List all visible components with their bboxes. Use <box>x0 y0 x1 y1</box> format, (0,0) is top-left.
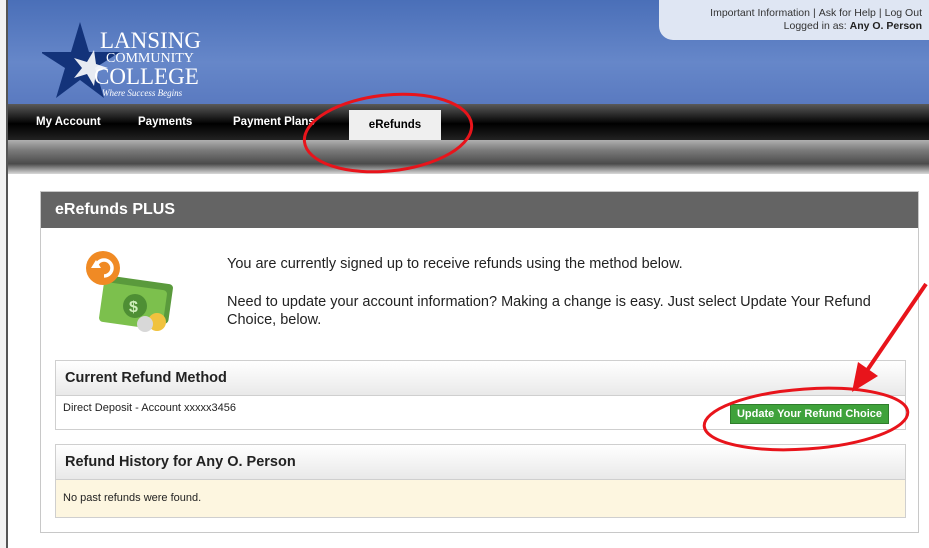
logo-tagline: Where Success Begins <box>102 88 183 98</box>
ask-for-help-link[interactable]: Ask for Help <box>819 7 876 19</box>
college-logo[interactable]: LANSING COMMUNITY COLLEGE Where Success … <box>42 10 262 100</box>
sub-navigation-bar <box>8 140 929 174</box>
svg-text:$: $ <box>129 299 138 316</box>
left-frame-border <box>0 0 8 548</box>
panel-title: eRefunds PLUS <box>41 192 918 228</box>
current-refund-method-heading: Current Refund Method <box>56 361 905 396</box>
update-instructions: Need to update your account information?… <box>227 294 871 328</box>
current-refund-method-section: Current Refund Method Direct Deposit - A… <box>55 360 906 430</box>
log-out-link[interactable]: Log Out <box>885 7 922 19</box>
refund-history-empty-message: No past refunds were found. <box>56 480 905 517</box>
main-nav: My Account Payments Payment Plans eRefun… <box>8 104 929 140</box>
nav-payment-plans[interactable]: Payment Plans <box>233 116 315 128</box>
refund-history-heading: Refund History for Any O. Person <box>56 445 905 480</box>
nav-my-account[interactable]: My Account <box>36 116 101 128</box>
refund-money-icon: $ <box>86 251 173 332</box>
logo-text-college: COLLEGE <box>94 64 199 89</box>
logo-text-lansing: LANSING <box>100 28 201 53</box>
site-header: LANSING COMMUNITY COLLEGE Where Success … <box>8 0 929 104</box>
logged-in-user: Any O. Person <box>849 20 922 32</box>
signup-status-message: You are currently signed up to receive r… <box>227 256 683 272</box>
refund-history-section: Refund History for Any O. Person No past… <box>55 444 906 518</box>
nav-payments[interactable]: Payments <box>138 116 192 128</box>
logged-in-status: Logged in as: Any O. Person <box>783 20 922 32</box>
nav-erefunds-active[interactable]: eRefunds <box>349 110 441 140</box>
utility-links: Important Information | Ask for Help | Log O… <box>659 0 929 40</box>
erefunds-panel: eRefunds PLUS $ You are currently signed… <box>40 191 919 533</box>
important-information-link[interactable]: Important Information <box>710 7 810 19</box>
update-refund-choice-button[interactable]: Update Your Refund Choice <box>729 404 889 424</box>
